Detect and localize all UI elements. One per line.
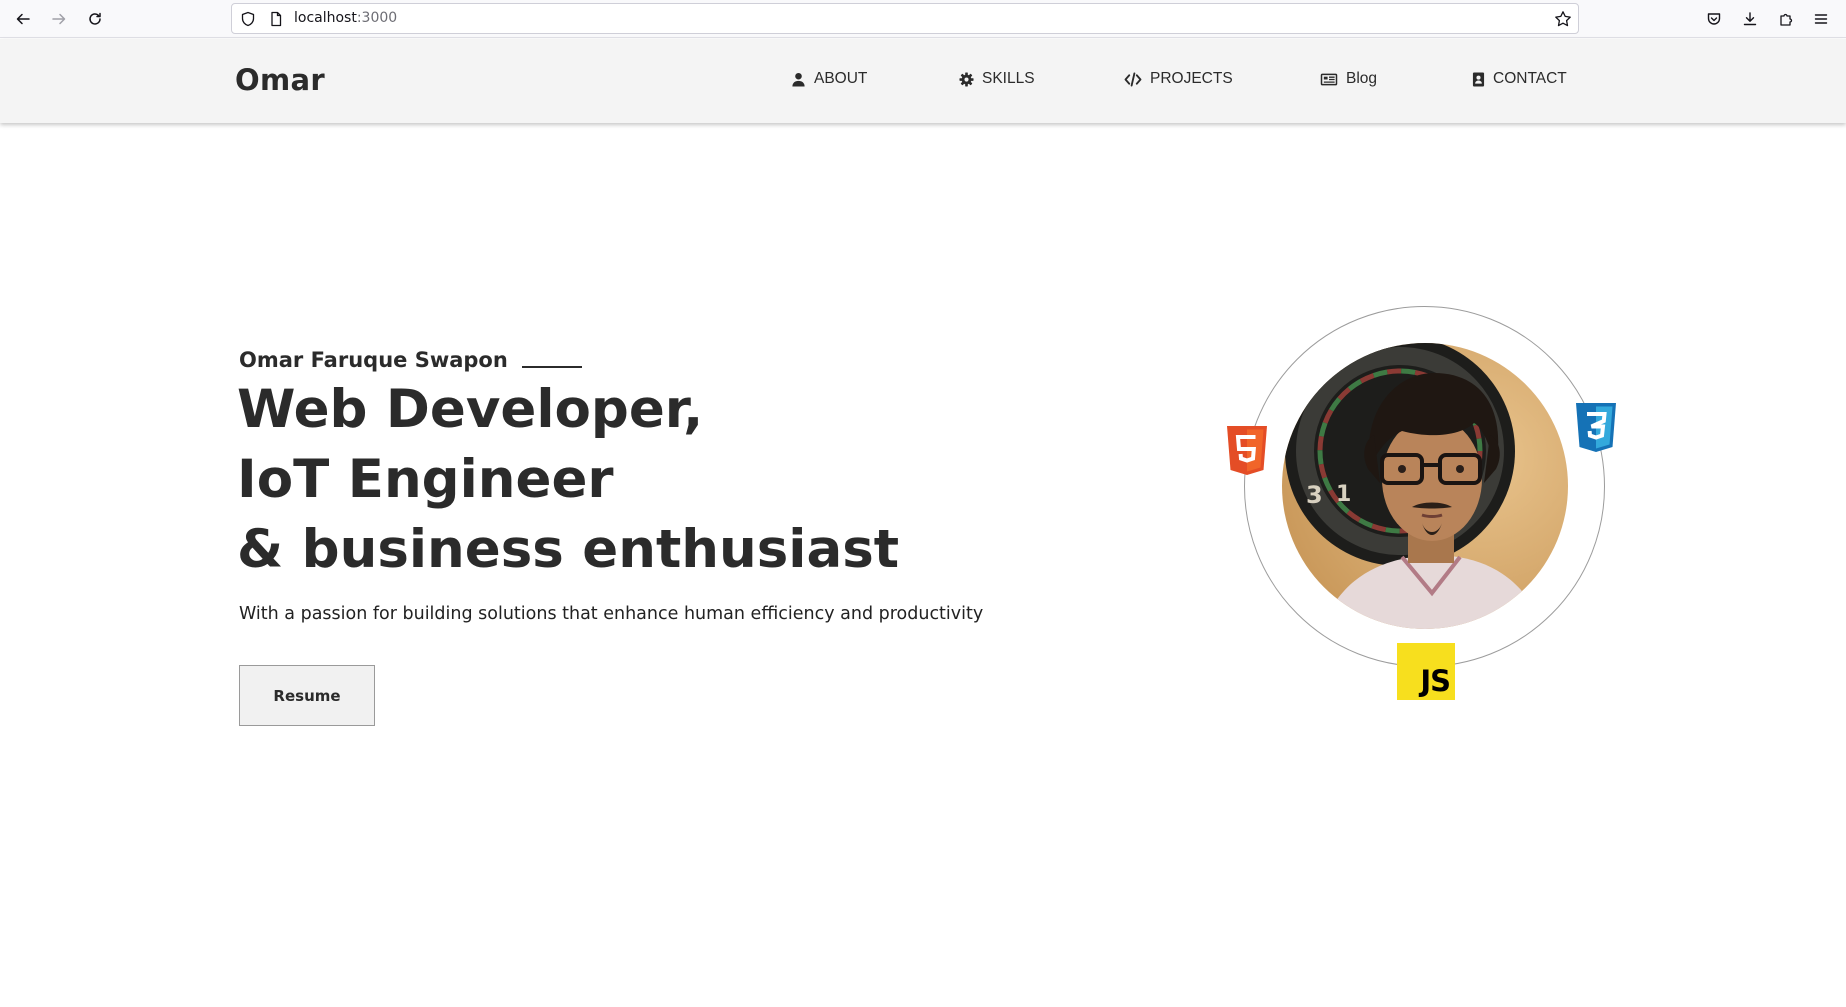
nav-projects[interactable]: PROJECTS: [1124, 70, 1233, 88]
reload-button[interactable]: [83, 7, 107, 31]
nav-skills[interactable]: SKILLS: [959, 70, 1035, 88]
forward-button[interactable]: [47, 7, 71, 31]
hero-name: Omar Faruque Swapon: [239, 348, 582, 372]
hero-name-dash: [521, 366, 582, 368]
user-icon: [792, 72, 805, 87]
resume-button[interactable]: Resume: [239, 665, 375, 726]
hero-title-line-3: & business enthusiast: [237, 519, 900, 580]
svg-text:1: 1: [1336, 482, 1351, 507]
newspaper-icon: [1320, 73, 1338, 85]
code-icon: [1124, 71, 1142, 87]
profile-photo: 3 1: [1282, 343, 1568, 629]
download-icon: [1743, 12, 1757, 26]
javascript-icon: JS: [1397, 643, 1455, 700]
html5-icon: [1227, 426, 1267, 475]
hero-title-line-1: Web Developer,: [237, 379, 704, 440]
reload-icon: [89, 12, 101, 25]
nav-contact-label: CONTACT: [1493, 70, 1567, 87]
nav-blog[interactable]: Blog: [1320, 70, 1377, 88]
nav-skills-label: SKILLS: [982, 70, 1035, 87]
nav-about[interactable]: ABOUT: [791, 70, 867, 88]
javascript-icon-label: JS: [1420, 664, 1451, 698]
url-host: localhost: [294, 10, 357, 26]
extensions-button[interactable]: [1774, 7, 1798, 31]
nav-projects-label: PROJECTS: [1150, 70, 1233, 87]
shield-icon[interactable]: [240, 11, 256, 27]
address-book-icon: [1472, 72, 1485, 86]
nav-blog-label: Blog: [1346, 70, 1378, 87]
downloads-button[interactable]: [1738, 7, 1762, 31]
css3-icon: [1576, 403, 1616, 452]
pocket-icon: [1707, 13, 1721, 25]
svg-text:3: 3: [1306, 481, 1323, 509]
url-text[interactable]: localhost:3000: [294, 10, 397, 26]
url-port: :3000: [356, 10, 398, 26]
browser-toolbar: localhost:3000: [0, 0, 1846, 38]
arrow-left-icon: [16, 13, 30, 25]
arrow-right-icon: [52, 13, 66, 25]
hero-tagline: With a passion for building solutions th…: [239, 604, 984, 624]
hamburger-menu-icon: [1814, 14, 1828, 24]
pocket-button[interactable]: [1702, 7, 1726, 31]
page-info-icon[interactable]: [268, 11, 284, 27]
hero-name-text: Omar Faruque Swapon: [239, 348, 508, 372]
back-button[interactable]: [11, 7, 35, 31]
brand-logo[interactable]: Omar: [235, 63, 325, 97]
url-bar[interactable]: localhost:3000: [231, 3, 1579, 34]
gear-icon: [959, 71, 974, 87]
bookmark-star-icon[interactable]: [1554, 10, 1572, 28]
nav-contact[interactable]: CONTACT: [1472, 70, 1567, 88]
hero-title-line-2: IoT Engineer: [237, 449, 614, 510]
menu-button[interactable]: [1809, 7, 1833, 31]
nav-about-label: ABOUT: [814, 70, 868, 87]
site-header: Omar ABOUT SKILLS PROJECTS Blog CONTACT: [0, 39, 1846, 123]
puzzle-icon: [1780, 13, 1793, 26]
